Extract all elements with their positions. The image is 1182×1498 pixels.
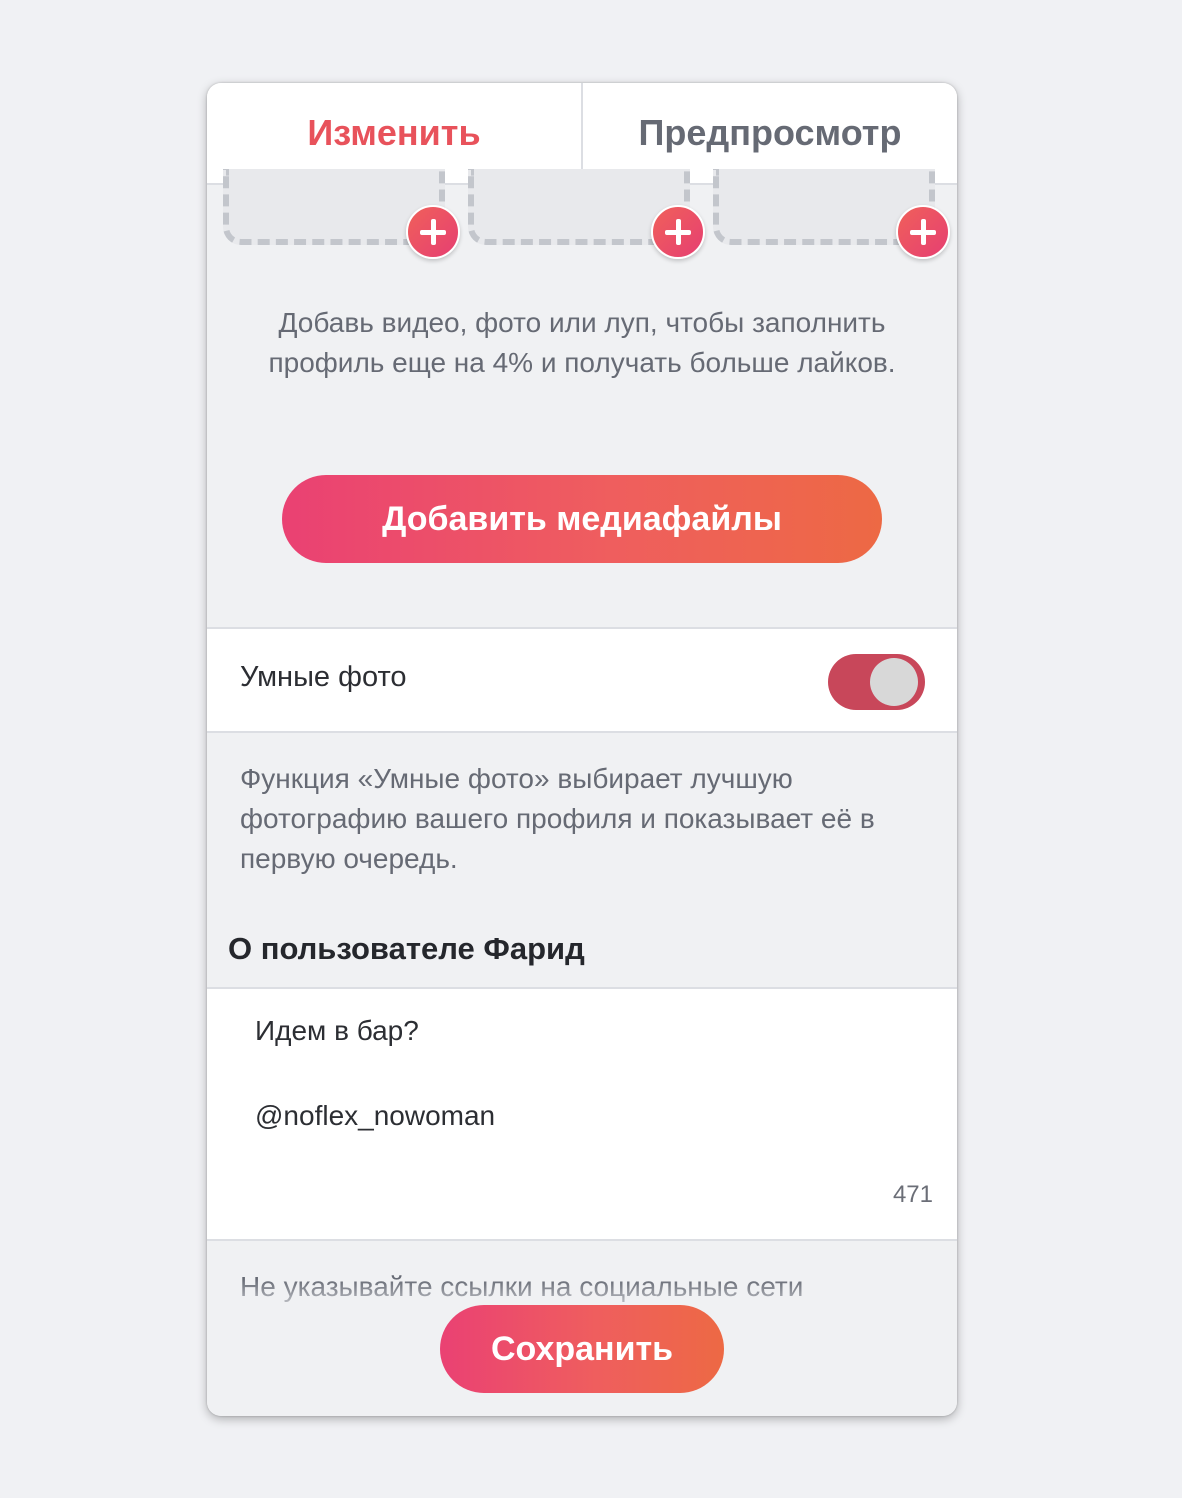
plus-icon[interactable] xyxy=(651,205,705,259)
profile-edit-screen: Изменить Предпросмотр Добавь видео, фото… xyxy=(207,83,957,1416)
char-counter: 471 xyxy=(892,1181,933,1208)
smart-photos-row: Умные фото xyxy=(207,627,957,733)
plus-icon[interactable] xyxy=(406,205,460,259)
tab-edit[interactable]: Изменить xyxy=(207,83,583,183)
add-media-button[interactable]: Добавить медиафайлы xyxy=(282,475,882,563)
about-section-title: О пользователе Фарид xyxy=(228,931,585,966)
smart-photos-label: Умные фото xyxy=(240,661,407,693)
save-button[interactable]: Сохранить xyxy=(440,1305,724,1393)
media-slots xyxy=(207,169,957,265)
about-textarea[interactable]: Идем в бар? @noflex_nowoman 471 xyxy=(207,987,957,1241)
toggle-knob xyxy=(870,658,918,706)
about-text-line: Идем в бар? xyxy=(255,1015,419,1046)
about-text-line: @noflex_nowoman xyxy=(255,1100,496,1131)
smart-photos-description: Функция «Умные фото» выбирает лучшую фот… xyxy=(240,763,875,874)
media-hint-text: Добавь видео, фото или луп, чтобы заполн… xyxy=(268,307,896,378)
tab-preview[interactable]: Предпросмотр xyxy=(583,83,957,183)
plus-icon[interactable] xyxy=(896,205,950,259)
smart-photos-toggle[interactable] xyxy=(828,654,925,710)
